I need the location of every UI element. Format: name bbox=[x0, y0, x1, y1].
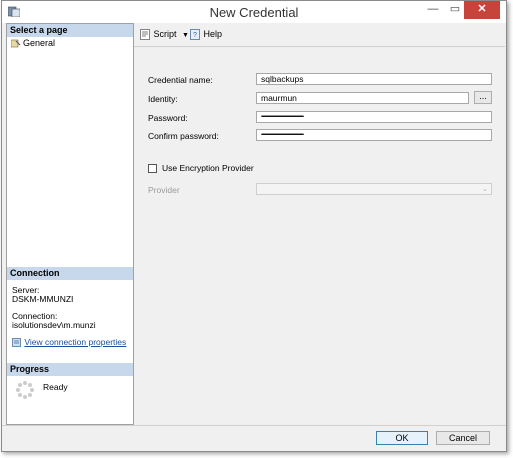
password-label: Password: bbox=[148, 113, 188, 123]
new-credential-dialog: New Credential — ▭ ✕ Select a page Gener… bbox=[1, 0, 507, 452]
help-label: Help bbox=[203, 29, 223, 39]
script-icon bbox=[140, 29, 150, 40]
maximize-button[interactable]: ▭ bbox=[444, 1, 466, 19]
select-page-header: Select a page bbox=[7, 24, 133, 37]
dialog-button-bar: OK Cancel bbox=[2, 425, 506, 451]
properties-icon bbox=[12, 338, 21, 348]
progress-header: Progress bbox=[7, 363, 133, 376]
script-label: Script bbox=[153, 29, 177, 39]
server-value: DSKM-MMUNZI bbox=[12, 294, 74, 304]
credential-name-label: Credential name: bbox=[148, 75, 213, 85]
credential-name-field[interactable]: sqlbackups bbox=[256, 73, 492, 85]
provider-label: Provider bbox=[148, 185, 180, 195]
toolbar: Script ▼ ? Help bbox=[134, 23, 505, 47]
svg-text:?: ? bbox=[193, 32, 197, 39]
progress-status: Ready bbox=[43, 382, 68, 392]
right-pane: Script ▼ ? Help Credential name: sqlback… bbox=[134, 23, 505, 425]
identity-field[interactable]: maurmun bbox=[256, 92, 469, 104]
close-button[interactable]: ✕ bbox=[464, 1, 500, 19]
identity-browse-button[interactable]: ... bbox=[474, 91, 492, 104]
left-pane: Select a page General Connection Server:… bbox=[6, 23, 134, 425]
general-page-content: Credential name: sqlbackups Identity: ma… bbox=[134, 47, 503, 425]
confirm-password-label: Confirm password: bbox=[148, 131, 219, 141]
ok-button[interactable]: OK bbox=[376, 431, 428, 445]
chevron-down-icon: ⌄ bbox=[482, 186, 488, 193]
title-bar: New Credential — ▭ ✕ bbox=[2, 1, 506, 23]
use-encryption-checkbox[interactable] bbox=[148, 164, 157, 173]
cancel-button[interactable]: Cancel bbox=[436, 431, 490, 445]
connection-header: Connection bbox=[7, 267, 133, 280]
password-field[interactable]: ••••••••••••••••••••••••••••••••••••••••… bbox=[256, 111, 492, 123]
view-connection-properties-link[interactable]: View connection properties bbox=[24, 337, 126, 347]
page-item-general[interactable]: General bbox=[10, 38, 56, 48]
provider-select: ⌄ bbox=[256, 183, 492, 195]
help-button[interactable]: ? Help bbox=[190, 29, 222, 40]
use-encryption-label: Use Encryption Provider bbox=[162, 163, 254, 173]
identity-label: Identity: bbox=[148, 94, 178, 104]
confirm-password-field[interactable]: ••••••••••••••••••••••••••••••••••••••••… bbox=[256, 129, 492, 141]
wrench-icon bbox=[10, 39, 21, 48]
page-item-label: General bbox=[23, 38, 56, 48]
script-button[interactable]: Script ▼ bbox=[140, 29, 189, 40]
help-icon: ? bbox=[190, 29, 200, 40]
connection-value: isolutionsdev\m.munzi bbox=[12, 320, 96, 330]
progress-spinner-icon bbox=[16, 381, 34, 399]
view-connection-properties[interactable]: View connection properties bbox=[12, 337, 126, 348]
chevron-down-icon[interactable]: ▼ bbox=[182, 32, 189, 39]
minimize-button[interactable]: — bbox=[422, 1, 444, 19]
